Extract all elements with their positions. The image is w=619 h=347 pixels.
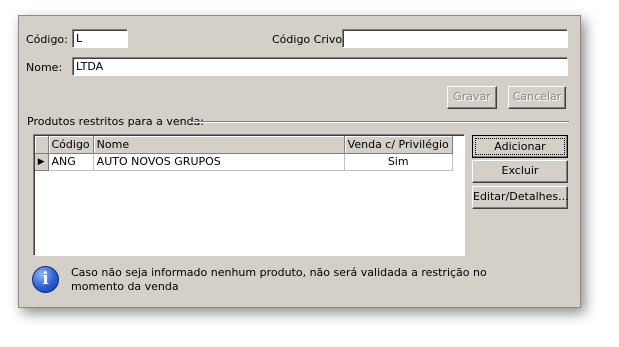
- grid-header-row: Código Nome Venda c/ Privilégio: [35, 136, 453, 154]
- codigo-crivo-input[interactable]: [342, 29, 568, 48]
- gravar-button[interactable]: Gravar: [447, 86, 497, 109]
- cell-nome[interactable]: AUTO NOVOS GRUPOS: [93, 153, 345, 171]
- codigo-label: Código:: [26, 33, 68, 46]
- nome-input[interactable]: LTDA: [72, 57, 568, 76]
- row-selected-indicator-icon: ▶: [35, 153, 49, 171]
- excluir-button[interactable]: Excluir: [472, 160, 568, 183]
- cancelar-button[interactable]: Cancelar: [508, 86, 566, 109]
- codigo-input[interactable]: L: [72, 29, 128, 48]
- products-group-title: Produtos restritos para a venda:: [27, 115, 205, 128]
- info-message-line1: Caso não seja informado nenhum produto, …: [71, 266, 487, 279]
- grid-header-indicator: [35, 136, 49, 154]
- column-header-venda-privilegio[interactable]: Venda c/ Privilégio: [344, 136, 453, 154]
- column-header-nome[interactable]: Nome: [93, 136, 345, 154]
- codigo-crivo-label: Código Crivo:: [272, 33, 346, 46]
- products-grid[interactable]: Código Nome Venda c/ Privilégio ▶ ANG AU…: [33, 134, 465, 256]
- adicionar-button[interactable]: Adicionar: [472, 135, 568, 158]
- table-row[interactable]: ▶ ANG AUTO NOVOS GRUPOS Sim: [35, 153, 453, 171]
- dialog-window: Código: L Código Crivo: Nome: LTDA Grava…: [18, 15, 581, 308]
- info-icon: i: [32, 266, 59, 293]
- cell-venda[interactable]: Sim: [344, 153, 453, 171]
- column-header-codigo[interactable]: Código: [48, 136, 94, 154]
- nome-label: Nome:: [26, 61, 63, 74]
- cell-codigo[interactable]: ANG: [48, 153, 94, 171]
- group-divider: [191, 121, 569, 123]
- products-table: Código Nome Venda c/ Privilégio ▶ ANG AU…: [35, 136, 453, 171]
- info-message-line2: momento da venda: [71, 280, 179, 293]
- editar-detalhes-button[interactable]: Editar/Detalhes...: [472, 186, 569, 209]
